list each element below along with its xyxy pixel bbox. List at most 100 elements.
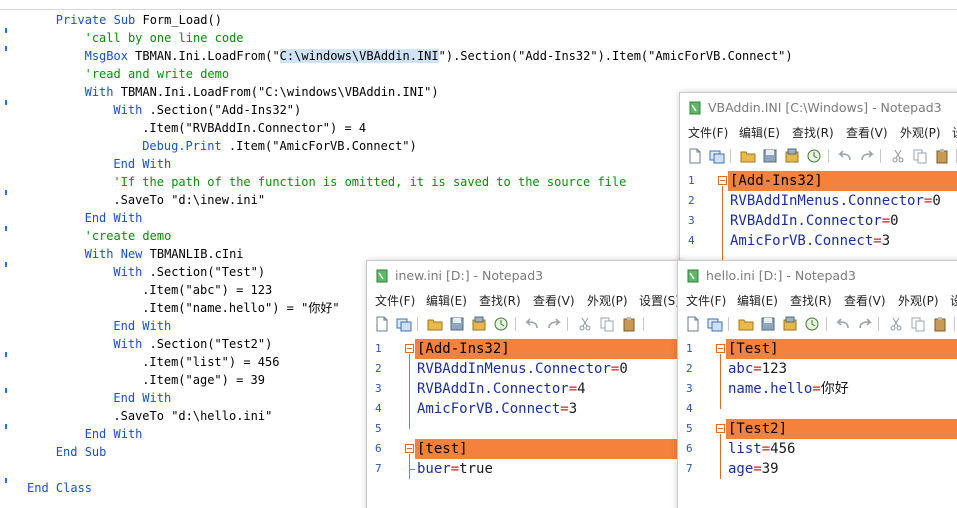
open-folder-icon[interactable] (740, 148, 756, 164)
code-line: End With (85, 209, 143, 227)
ini-equals-sign: = (450, 461, 460, 477)
menu-settings[interactable]: 设置(S) (639, 291, 680, 311)
undo-icon[interactable] (837, 148, 853, 164)
title-bar[interactable]: hello.ini [D:] - Notepad3 (678, 261, 957, 291)
redo-icon[interactable] (857, 316, 873, 332)
menu-settings[interactable]: 设 (950, 291, 957, 311)
redo-icon[interactable] (859, 148, 875, 164)
menu-find[interactable]: 查找(R) (792, 123, 834, 143)
line-number: 1 (375, 342, 382, 355)
line-number: 4 (375, 402, 382, 415)
code-line: .SaveTo "d:\inew.ini" (113, 191, 265, 209)
new-file-icon[interactable] (687, 148, 703, 164)
refresh-icon[interactable] (493, 316, 509, 332)
menu-edit[interactable]: 编辑(E) (426, 291, 467, 311)
menu-view[interactable]: 查看(V) (844, 291, 886, 311)
code-keyword: End With (113, 157, 172, 171)
cut-icon[interactable] (577, 316, 593, 332)
menu-find[interactable]: 查找(R) (479, 291, 521, 311)
toolbar-separator (878, 317, 879, 331)
undo-icon[interactable] (524, 316, 540, 332)
code-keyword: With (113, 103, 143, 117)
toolbar (680, 145, 957, 167)
save-as-icon[interactable] (782, 316, 798, 332)
undo-icon[interactable] (835, 316, 851, 332)
menu-edit[interactable]: 编辑(E) (739, 123, 780, 143)
copy-icon[interactable] (910, 316, 926, 332)
ini-key: buer (417, 461, 451, 477)
menu-find[interactable]: 查找(R) (790, 291, 832, 311)
paste-icon[interactable] (934, 148, 950, 164)
notepad-window-hello[interactable]: hello.ini [D:] - Notepad3 文件(F) 编辑(E) 查找… (677, 260, 957, 508)
save-icon[interactable] (449, 316, 465, 332)
ini-equals-sign: = (753, 461, 762, 477)
menu-settings[interactable]: 设 (952, 123, 957, 143)
save-as-icon[interactable] (471, 316, 487, 332)
menu-view[interactable]: 查看(V) (533, 291, 575, 311)
menu-view[interactable]: 查看(V) (846, 123, 888, 143)
fold-toggle-icon[interactable] (718, 176, 727, 185)
fold-toggle-icon[interactable] (405, 444, 414, 453)
save-icon[interactable] (760, 316, 776, 332)
paste-icon[interactable] (621, 316, 637, 332)
editor-area[interactable]: 1 2 3 4 5 6 7 [Add-Ins32] RVBAddInMenus.Connect… (367, 337, 683, 508)
title-bar[interactable]: inew.ini [D:] - Notepad3 (367, 261, 683, 291)
gutter-marker (5, 190, 7, 195)
new-window-icon[interactable] (707, 316, 723, 332)
editor-area[interactable]: 1234 [Add-Ins32] RVBAddInMenus.Connector=… (680, 169, 957, 261)
window-title: VBAddin.INI [C:\Windows] - Notepad3 (708, 100, 942, 115)
menu-file[interactable]: 文件(F) (688, 123, 728, 143)
ini-key: AmicForVB.Connect (730, 233, 874, 249)
menu-file[interactable]: 文件(F) (375, 291, 415, 311)
ini-equals-sign: = (812, 381, 821, 397)
notepad-window-vbaddin[interactable]: VBAddin.INI [C:\Windows] - Notepad3 文件(F… (679, 92, 957, 262)
open-folder-icon[interactable] (738, 316, 754, 332)
ini-equals-sign: = (560, 401, 569, 417)
ini-line: RVBAddIn.Connector=0 (730, 211, 899, 231)
save-as-icon[interactable] (784, 148, 800, 164)
ini-line: AmicForVB.Connect=3 (730, 231, 890, 251)
menu-file[interactable]: 文件(F) (686, 291, 726, 311)
menu-appearance[interactable]: 外观(P) (898, 291, 939, 311)
paste-icon[interactable] (932, 316, 948, 332)
fold-toggle-icon[interactable] (716, 344, 725, 353)
code-line: With .Section("Add-Ins32") (113, 101, 301, 119)
notepad-window-inew[interactable]: inew.ini [D:] - Notepad3 文件(F) 编辑(E) 查找(… (366, 260, 684, 508)
new-file-icon[interactable] (685, 316, 701, 332)
refresh-icon[interactable] (806, 148, 822, 164)
code-keyword: End With (84, 211, 143, 225)
code-comment: 'call by one line code (84, 31, 244, 45)
code-line: End With (113, 155, 171, 173)
cut-icon[interactable] (890, 148, 906, 164)
save-icon[interactable] (762, 148, 778, 164)
ini-value: 0 (890, 213, 899, 229)
code-text: .Section("Add-Ins32") (142, 103, 302, 117)
line-number: 3 (686, 382, 693, 395)
editor-area[interactable]: 1234567 [Test] abc=123 name.hello=你好 [Test2… (678, 337, 957, 508)
new-file-icon[interactable] (374, 316, 390, 332)
fold-toggle-icon[interactable] (405, 344, 414, 353)
new-window-icon[interactable] (396, 316, 412, 332)
code-line: End With (85, 425, 143, 443)
menu-bar: 文件(F) 编辑(E) 查找(R) 查看(V) 外观(P) 设 (678, 291, 957, 311)
redo-icon[interactable] (546, 316, 562, 332)
code-keyword: Private Sub (55, 13, 143, 27)
copy-icon[interactable] (912, 148, 928, 164)
code-keyword: MsgBox (84, 49, 128, 63)
menu-appearance[interactable]: 外观(P) (900, 123, 941, 143)
fold-toggle-icon[interactable] (716, 424, 725, 433)
refresh-icon[interactable] (804, 316, 820, 332)
cut-icon[interactable] (888, 316, 904, 332)
new-window-icon[interactable] (709, 148, 725, 164)
menu-edit[interactable]: 编辑(E) (737, 291, 778, 311)
copy-icon[interactable] (599, 316, 615, 332)
ini-value: 0 (619, 361, 628, 377)
ini-section-name: [Add-Ins32] (730, 173, 823, 189)
title-bar[interactable]: VBAddin.INI [C:\Windows] - Notepad3 (680, 93, 957, 123)
ini-key: RVBAddInMenus.Connector (417, 361, 611, 377)
menu-appearance[interactable]: 外观(P) (587, 291, 628, 311)
code-text: .SaveTo "d:\hello.ini" (113, 409, 273, 423)
open-folder-icon[interactable] (427, 316, 443, 332)
ini-section-line: [Add-Ins32] (417, 339, 510, 359)
window-title: hello.ini [D:] - Notepad3 (706, 268, 856, 283)
